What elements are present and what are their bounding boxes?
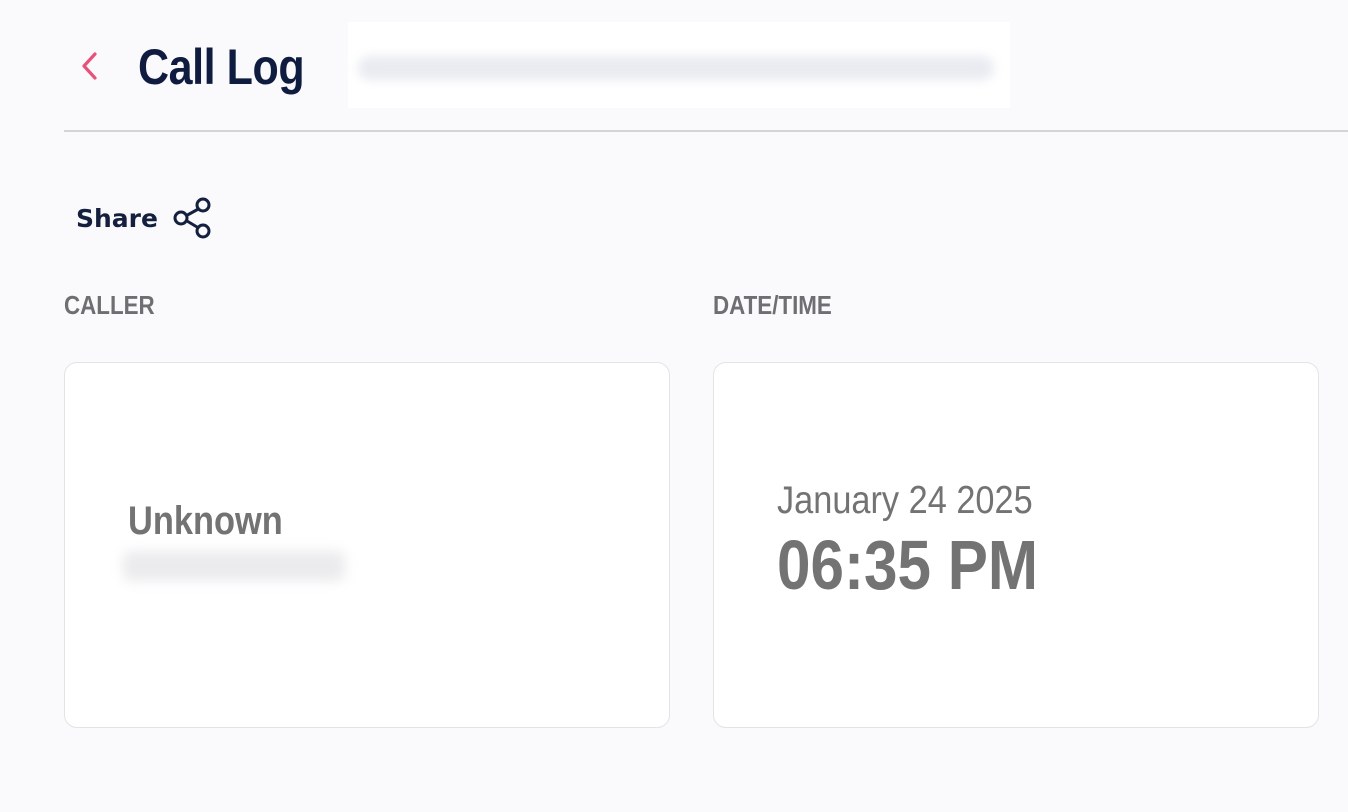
call-time: 06:35 PM [777, 526, 1038, 604]
redacted-caller-number [123, 551, 345, 581]
caller-card: Unknown [64, 362, 670, 728]
page-header: Call Log [0, 0, 1348, 131]
share-label: Share [76, 203, 158, 233]
back-button[interactable] [72, 44, 108, 88]
chevron-left-icon [82, 52, 97, 80]
share-icon [173, 197, 211, 239]
call-date: January 24 2025 [777, 479, 1033, 522]
share-button[interactable]: Share [76, 194, 214, 242]
redacted-subtitle [348, 22, 1010, 108]
redacted-subtitle-blur [358, 56, 994, 80]
header-divider [64, 130, 1348, 132]
page-title: Call Log [138, 39, 305, 95]
datetime-section-label: DATE/TIME [713, 290, 832, 320]
caller-name: Unknown [128, 499, 283, 543]
datetime-card: January 24 2025 06:35 PM [713, 362, 1319, 728]
caller-section-label: CALLER [64, 290, 155, 320]
